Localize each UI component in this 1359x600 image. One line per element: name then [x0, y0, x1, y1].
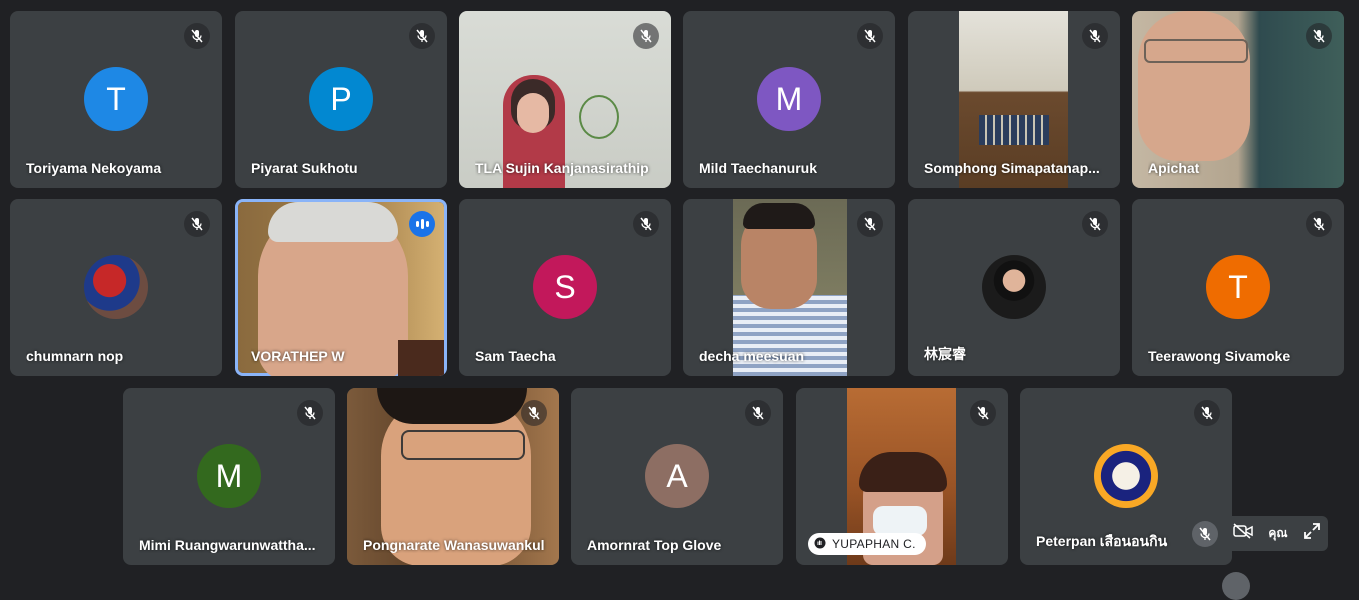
participant-tile[interactable]: chumnarn nop — [10, 199, 222, 376]
avatar — [1094, 444, 1158, 508]
participant-name: 林宸睿 — [924, 346, 966, 362]
mic-off-icon — [633, 23, 659, 49]
participant-name: Mimi Ruangwarunwattha... — [139, 537, 316, 553]
avatar — [84, 255, 148, 319]
mic-off-icon — [184, 23, 210, 49]
mic-off-icon — [857, 23, 883, 49]
scroll-indicator — [1222, 572, 1250, 600]
participant-name: Teerawong Sivamoke — [1148, 348, 1291, 364]
avatar: M — [757, 67, 821, 131]
avatar — [982, 255, 1046, 319]
mic-off-icon — [633, 211, 659, 237]
mic-off-icon — [297, 400, 323, 426]
participant-name: Pongnarate Wanasuwankul — [363, 537, 545, 553]
avatar: A — [645, 444, 709, 508]
avatar: M — [197, 444, 261, 508]
mic-off-icon — [1194, 400, 1220, 426]
hand-icon — [814, 537, 826, 552]
participant-tile[interactable]: T Toriyama Nekoyama — [10, 11, 222, 188]
participant-tile[interactable]: T Teerawong Sivamoke — [1132, 199, 1344, 376]
participant-tile[interactable]: decha meesuan — [683, 199, 895, 376]
presenter-pill: YUPAPHAN C. — [808, 533, 926, 555]
mic-off-icon — [409, 23, 435, 49]
mic-off-icon — [521, 400, 547, 426]
mic-off-icon — [184, 211, 210, 237]
participant-tile[interactable]: M Mild Taechanuruk — [683, 11, 895, 188]
mic-off-icon[interactable] — [1192, 520, 1219, 547]
camera-off-icon[interactable] — [1233, 523, 1254, 544]
participant-name: Mild Taechanuruk — [699, 160, 817, 176]
mic-off-icon — [745, 400, 771, 426]
participant-tile[interactable]: P Piyarat Sukhotu — [235, 11, 447, 188]
audio-level-icon — [409, 211, 435, 237]
participant-tile[interactable]: A Amornrat Top Glove — [571, 388, 783, 565]
mic-off-icon — [1306, 211, 1332, 237]
participant-name: VORATHEP W — [251, 348, 345, 364]
participant-name: Somphong Simapatanap... — [924, 160, 1100, 176]
mic-off-icon — [970, 400, 996, 426]
participant-tile[interactable]: M Mimi Ruangwarunwattha... — [123, 388, 335, 565]
participant-tile[interactable]: Pongnarate Wanasuwankul — [347, 388, 559, 565]
mic-off-icon — [1082, 211, 1108, 237]
avatar: P — [309, 67, 373, 131]
avatar: S — [533, 255, 597, 319]
participant-name: Apichat — [1148, 160, 1200, 176]
participant-tile[interactable]: VORATHEP W — [235, 199, 447, 376]
mic-off-icon — [1306, 23, 1332, 49]
participant-tile[interactable]: TLA Sujin Kanjanasirathip — [459, 11, 671, 188]
participant-name: Piyarat Sukhotu — [251, 160, 358, 176]
participant-tile[interactable]: Apichat — [1132, 11, 1344, 188]
participant-tile[interactable]: Somphong Simapatanap... — [908, 11, 1120, 188]
self-view-label: คุณ — [1268, 526, 1288, 540]
participant-tile[interactable]: 林宸睿 — [908, 199, 1120, 376]
participant-tile[interactable]: YUPAPHAN C. — [796, 388, 1008, 565]
self-view-bar: คุณ — [1185, 516, 1328, 551]
mic-off-icon — [1082, 23, 1108, 49]
participant-tile[interactable]: S Sam Taecha — [459, 199, 671, 376]
participant-name: decha meesuan — [699, 348, 805, 364]
participant-name: TLA Sujin Kanjanasirathip — [475, 160, 649, 176]
mic-off-icon — [857, 211, 883, 237]
avatar: T — [1206, 255, 1270, 319]
participant-name: Toriyama Nekoyama — [26, 160, 162, 176]
participant-name: chumnarn nop — [26, 348, 124, 364]
participant-name: Sam Taecha — [475, 348, 556, 364]
expand-icon[interactable] — [1303, 522, 1321, 545]
avatar: T — [84, 67, 148, 131]
participant-name: Amornrat Top Glove — [587, 537, 722, 553]
participant-name: YUPAPHAN C. — [832, 537, 916, 551]
